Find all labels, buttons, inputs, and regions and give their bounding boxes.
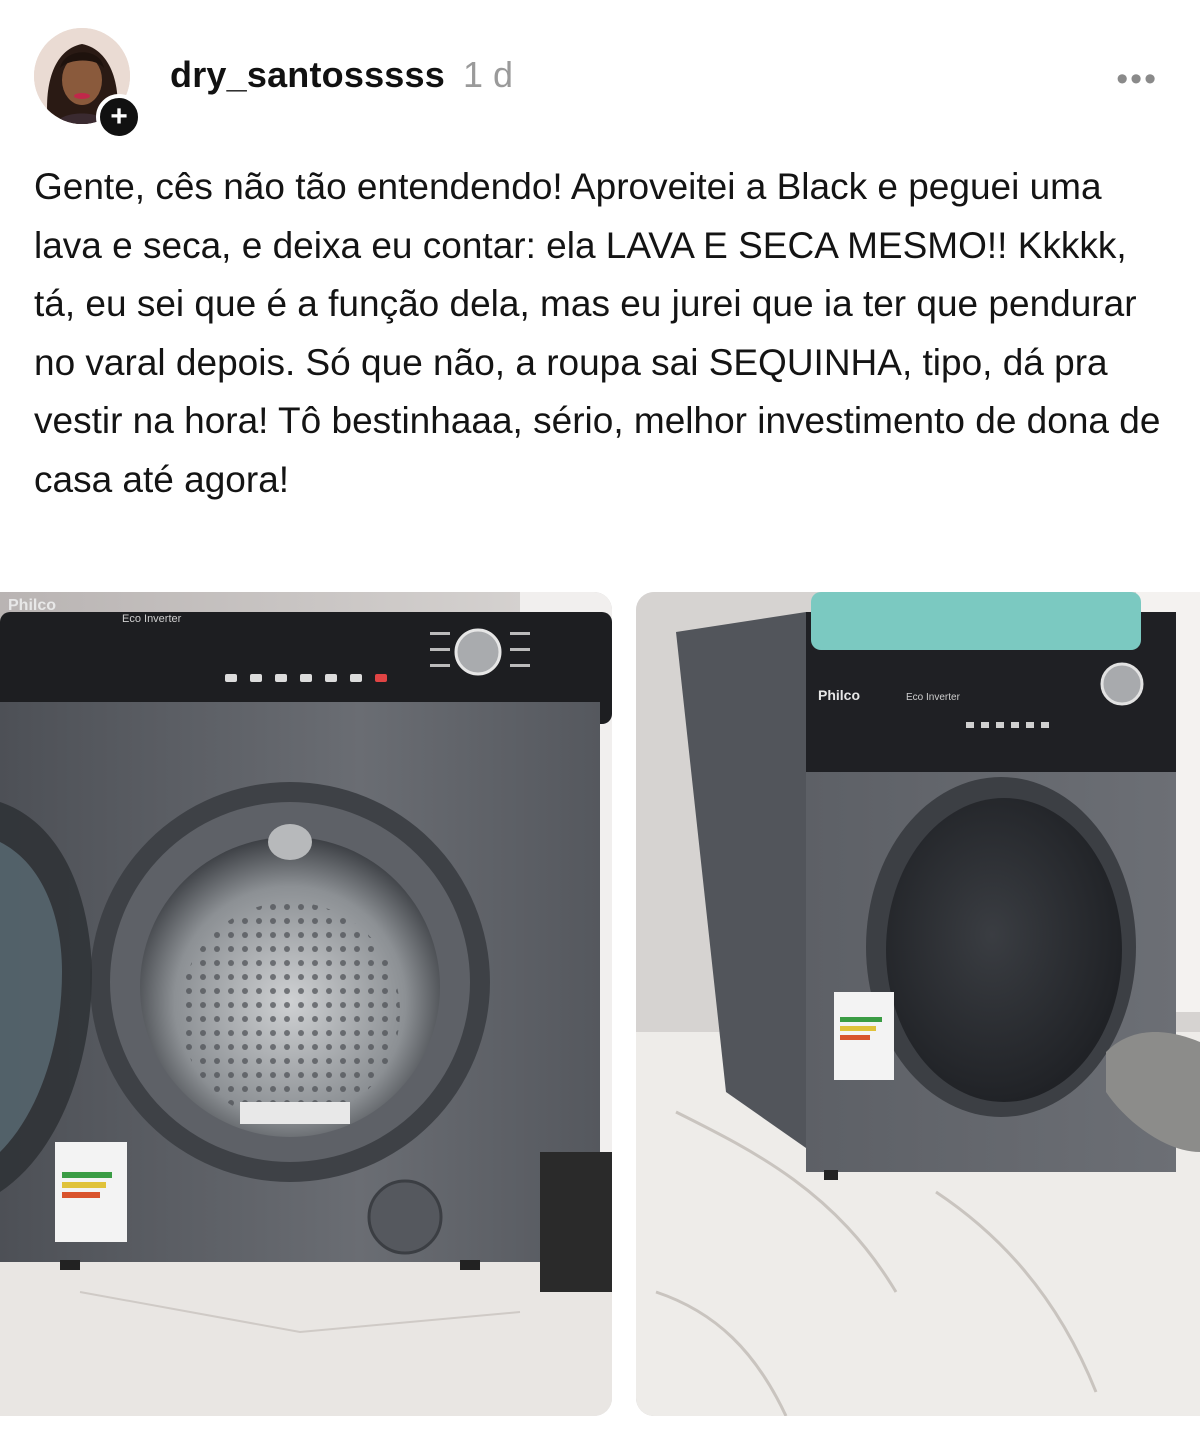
post-text: Gente, cês não tão entendendo! Aproveite… xyxy=(34,166,1161,500)
subbrand-label-left: Eco Inverter xyxy=(122,613,182,625)
post-timestamp: 1 d xyxy=(462,54,514,95)
brand-label-left: Philco xyxy=(8,597,56,614)
username-link[interactable]: dry_santosssss xyxy=(170,54,445,96)
more-dots-icon[interactable]: ••• xyxy=(1116,60,1158,99)
washer-closed-door-image: Philco Eco Inverter xyxy=(636,592,1200,1416)
avatar-container[interactable]: + xyxy=(34,28,142,140)
washer-open-door-image: Philco Eco Inverter xyxy=(0,592,612,1416)
subbrand-label-right: Eco Inverter xyxy=(906,692,961,703)
photo-washer-closed[interactable]: Philco Eco Inverter xyxy=(636,592,1200,1416)
photo-washer-open[interactable]: Philco Eco Inverter xyxy=(0,592,612,1416)
brand-label-right: Philco xyxy=(818,687,860,703)
follow-button[interactable]: + xyxy=(96,94,142,140)
plus-icon: + xyxy=(110,100,128,133)
post-header: dry_santosssss 1 d xyxy=(170,54,513,96)
